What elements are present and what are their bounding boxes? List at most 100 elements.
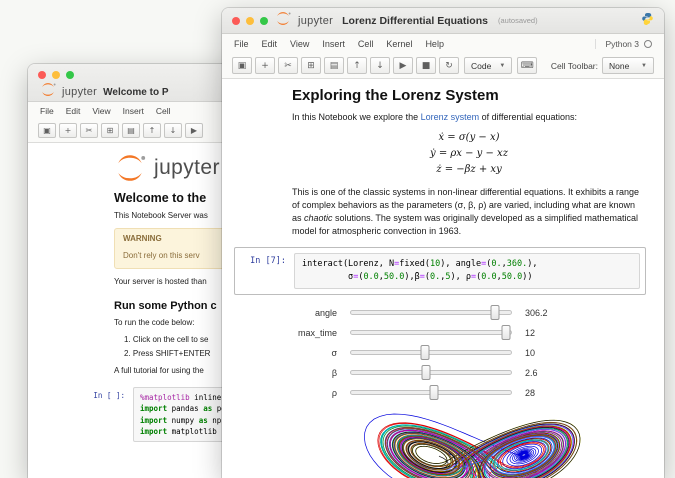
menu-help[interactable]: Help: [425, 39, 444, 49]
input-prompt: In [7]:: [250, 256, 286, 267]
slider-track[interactable]: [350, 385, 512, 401]
jupyter-wordmark: jupyter: [62, 86, 98, 98]
warning-text: Don't rely on this serv: [123, 251, 200, 260]
add-cell-icon[interactable]: +: [59, 123, 77, 138]
cut-cell-icon[interactable]: ✂: [278, 57, 298, 74]
equation-line: ż = −βz + xy: [436, 164, 502, 176]
text-fragment: of differential equations:: [479, 112, 578, 122]
notebook-title[interactable]: Lorenz Differential Equations: [342, 15, 488, 27]
front-toolbar: ▣ + ✂ ⊞ ▤ ↑ ↓ ▶ ■ ↻ Code ▼ ⌨ Cell Toolbar: None ▼: [222, 53, 664, 79]
description-paragraph: This is one of the classic systems in no…: [292, 186, 646, 238]
run-cell-icon[interactable]: ▶: [185, 123, 203, 138]
slider-handle[interactable]: [421, 365, 431, 381]
move-up-icon[interactable]: ↑: [347, 57, 367, 74]
slider-handle[interactable]: [501, 325, 511, 341]
slider-label: β: [331, 367, 337, 378]
zoom-button[interactable]: [260, 16, 268, 25]
jupyter-logo-icon: [40, 83, 56, 101]
close-button[interactable]: [38, 71, 46, 79]
slider-row-4: ρ 28: [222, 383, 664, 403]
minimize-button[interactable]: [246, 16, 254, 25]
slider-label: ρ: [331, 387, 337, 398]
toolbar-icon-group: ▣ + ✂ ⊞ ▤ ↑ ↓ ▶ ■ ↻: [232, 57, 459, 74]
menu-edit[interactable]: Edit: [66, 106, 81, 116]
menu-insert[interactable]: Insert: [322, 39, 345, 49]
menu-cell[interactable]: Cell: [156, 106, 171, 116]
code-cell[interactable]: In [7]: interact(Lorenz, N=fixed(10), an…: [234, 247, 646, 295]
front-menubar-row: File Edit View Insert Cell Kernel Help Python …: [222, 34, 664, 53]
slider-value: 2.6: [525, 367, 538, 378]
move-down-icon[interactable]: ↓: [370, 57, 390, 74]
intro-paragraph: In this Notebook we explore the Lorenz s…: [292, 111, 646, 124]
jupyter-wordmark-large: jupyter: [154, 156, 220, 179]
zoom-button[interactable]: [66, 71, 74, 79]
lorenz-equations: ẋ = σ(y − x) ẏ = ρx − y − xz ż = −βz + xy: [292, 130, 646, 178]
run-cell-icon[interactable]: ▶: [393, 57, 413, 74]
prompt-spacer: [222, 87, 292, 238]
code-editor[interactable]: interact(Lorenz, N=fixed(10), angle=(0.,…: [294, 253, 640, 289]
kernel-name: Python 3: [605, 38, 639, 49]
jupyter-logo-icon: [275, 11, 291, 30]
text-fragment: solutions. The system was originally dev…: [292, 213, 639, 237]
front-notebook-window[interactable]: jupyter Lorenz Differential Equations (a…: [222, 8, 664, 478]
cell-type-dropdown[interactable]: Code ▼: [464, 57, 513, 74]
slider-track[interactable]: [350, 325, 512, 341]
slider-track[interactable]: [350, 365, 512, 381]
slider-row-1: max_time 12: [222, 323, 664, 343]
input-prompt: In [ ]:: [93, 391, 125, 401]
menu-view[interactable]: View: [92, 106, 110, 116]
slider-handle[interactable]: [490, 305, 500, 321]
toolbar-extra-icon-group: ⌨: [517, 57, 538, 74]
front-titlebar: jupyter Lorenz Differential Equations (a…: [222, 8, 664, 34]
cell-toolbar-label: Cell Toolbar:: [550, 60, 598, 71]
cell-type-value: Code: [471, 60, 492, 71]
slider-track[interactable]: [350, 345, 512, 361]
slider-row-3: β 2.6: [222, 363, 664, 383]
menu-cell[interactable]: Cell: [358, 39, 374, 49]
menu-insert[interactable]: Insert: [123, 106, 144, 116]
markdown-cell[interactable]: Exploring the Lorenz System In this Note…: [222, 87, 664, 238]
close-button[interactable]: [232, 16, 240, 25]
cell-toolbar-dropdown[interactable]: None ▼: [602, 57, 654, 74]
slider-handle[interactable]: [420, 345, 430, 361]
menu-edit[interactable]: Edit: [262, 39, 278, 49]
slider-row-2: σ 10: [222, 343, 664, 363]
paste-cell-icon[interactable]: ▤: [122, 123, 140, 138]
copy-cell-icon[interactable]: ⊞: [101, 123, 119, 138]
code-line[interactable]: interact(Lorenz, N=fixed(10), angle=(0.,…: [302, 258, 632, 271]
kernel-indicator: Python 3: [595, 38, 652, 49]
front-traffic-lights: [232, 16, 268, 25]
menu-file[interactable]: File: [234, 39, 249, 49]
cut-cell-icon[interactable]: ✂: [80, 123, 98, 138]
equation-line: ẏ = ρx − y − xz: [430, 148, 508, 160]
equation-line: ẋ = σ(y − x): [438, 132, 500, 144]
chaotic-emphasis: chaotic: [304, 213, 333, 224]
copy-cell-icon[interactable]: ⊞: [301, 57, 321, 74]
chevron-down-icon: ▼: [641, 62, 647, 69]
paste-cell-icon[interactable]: ▤: [324, 57, 344, 74]
add-cell-icon[interactable]: +: [255, 57, 275, 74]
code-line[interactable]: σ=(0.0,50.0),β=(0.,5), ρ=(0.0,50.0)): [302, 271, 632, 284]
slider-value: 10: [525, 347, 536, 358]
stop-kernel-icon[interactable]: ■: [416, 57, 436, 74]
save-icon[interactable]: ▣: [38, 123, 56, 138]
menu-kernel[interactable]: Kernel: [386, 39, 412, 49]
keyboard-icon[interactable]: ⌨: [517, 57, 538, 74]
page-title: Exploring the Lorenz System: [292, 87, 499, 104]
jupyter-wordmark: jupyter: [298, 14, 334, 27]
back-notebook-title[interactable]: Welcome to P: [103, 87, 168, 98]
move-down-icon[interactable]: ↓: [164, 123, 182, 138]
save-icon[interactable]: ▣: [232, 57, 252, 74]
lorenz-system-link[interactable]: Lorenz system: [421, 112, 480, 122]
minimize-button[interactable]: [52, 71, 60, 79]
move-up-icon[interactable]: ↑: [143, 123, 161, 138]
slider-track[interactable]: [350, 305, 512, 321]
menu-view[interactable]: View: [290, 39, 309, 49]
restart-kernel-icon[interactable]: ↻: [439, 57, 459, 74]
slider-handle[interactable]: [429, 385, 439, 401]
slider-label: angle: [314, 307, 337, 318]
slider-value: 28: [525, 387, 536, 398]
lorenz-attractor-plot: [364, 413, 581, 478]
menu-file[interactable]: File: [40, 106, 54, 116]
chevron-down-icon: ▼: [499, 62, 506, 69]
